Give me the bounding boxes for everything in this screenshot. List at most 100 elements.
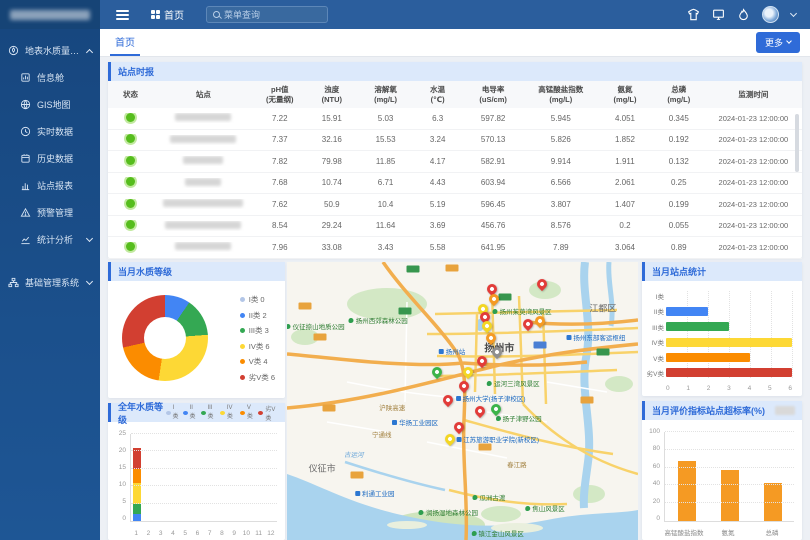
category-label: I类 [644, 291, 664, 301]
panel-title-station-report: 站点时报 [108, 62, 802, 81]
layout-screen-icon[interactable] [712, 8, 725, 21]
app-root: 首页 地表水质量监测系统 信息舱 GIS地图 [0, 0, 810, 540]
status-cell [108, 134, 153, 145]
table-row: 7.2215.915.036.3597.825.9454.0510.345202… [108, 108, 802, 130]
sidebar-root-basic-management[interactable]: 基础管理系统 [0, 269, 100, 296]
theme-shirt-icon[interactable] [687, 8, 700, 21]
legend-dot [258, 411, 263, 415]
bar-slot [192, 434, 204, 521]
menu-search-box[interactable] [206, 6, 328, 23]
gis-map[interactable]: 扬州市仪征市江都区仪征捺山地质公园扬州西郊森林公园扬州茱萸湾风景区运河三湾风景区… [287, 262, 638, 540]
gridline [729, 291, 730, 378]
status-cell [108, 113, 153, 124]
hamburger-menu-icon[interactable] [116, 8, 129, 22]
user-menu-chevron-down-icon[interactable] [790, 9, 797, 16]
legend-item[interactable]: 劣V类 [258, 404, 278, 422]
legend-dot [240, 375, 245, 380]
legend-item[interactable]: II类 2 [240, 310, 275, 321]
annual-xaxis: 123456789101112 [130, 530, 277, 537]
value-cell: 5.58 [413, 243, 462, 252]
legend-label: III类 [208, 405, 216, 420]
value-cell: 3.064 [597, 243, 653, 252]
gridline [131, 468, 277, 469]
legend-item[interactable]: I类 0 [240, 294, 275, 305]
sidebar-item-alert-management[interactable]: 预警管理 [0, 199, 100, 226]
value-cell: 4.43 [413, 178, 462, 187]
value-cell: 456.76 [462, 221, 524, 230]
bar [666, 322, 729, 331]
legend-item[interactable]: 劣V类 6 [240, 372, 275, 383]
logo-blurred-text [10, 10, 90, 20]
top-bar: 首页 [0, 0, 810, 29]
x-tick-label: 9 [228, 530, 240, 537]
time-cell: 2024-01-23 12:00:00 [705, 200, 802, 209]
legend-item[interactable]: IV类 6 [240, 341, 275, 352]
station-cell [153, 156, 254, 166]
gridline [792, 291, 793, 378]
value-cell: 7.89 [524, 243, 597, 252]
exceed-rate-panel: 当月评价指标站点超标率(%) 100806040200 高锰酸盐指数氨氮总磷 [642, 401, 802, 540]
sidebar-item-history-data[interactable]: 历史数据 [0, 145, 100, 172]
sidebar-root-surface-water-system[interactable]: 地表水质量监测系统 [0, 37, 100, 64]
hbar-chart: I类II类III类IV类V类劣V类 0123456 [642, 281, 802, 396]
sidebar-root-label: 地表水质量监测系统 [25, 44, 81, 57]
road-shield [533, 342, 546, 349]
user-avatar[interactable] [762, 6, 779, 23]
bar-slot [216, 434, 228, 521]
sidebar-item-realtime-data[interactable]: 实时数据 [0, 118, 100, 145]
blurred-station-name [185, 178, 221, 186]
exceed-title: 当月评价指标站点超标率(%) [652, 404, 765, 417]
legend-label: IV类 6 [249, 341, 270, 352]
sidebar-item-info-cockpit[interactable]: 信息舱 [0, 64, 100, 91]
x-tick-label: 3 [155, 530, 167, 537]
bar [666, 338, 792, 347]
legend-dot [183, 411, 188, 415]
legend-item[interactable]: V类 [240, 404, 255, 422]
hbar-xaxis: 0123456 [666, 385, 792, 392]
y-tick-label: 20 [110, 447, 126, 454]
station-table-header: 状态站点pH值(无量纲)浊度(NTU)溶解氧(mg/L)水温(℃)电导率(uS/… [108, 81, 802, 108]
flame-icon[interactable] [737, 8, 750, 21]
nav-home[interactable]: 首页 [151, 7, 184, 22]
category-label: 总磷 [750, 527, 794, 537]
sidebar-item-gis-map[interactable]: GIS地图 [0, 91, 100, 118]
search-input[interactable] [224, 10, 321, 20]
blurred-station-name [165, 221, 241, 229]
category-label: 氨氮 [706, 527, 750, 537]
sidebar-item-station-report[interactable]: 站点报表 [0, 172, 100, 199]
legend-item[interactable]: V类 4 [240, 356, 275, 367]
legend-item[interactable]: III类 [201, 404, 216, 422]
bar-slot [180, 434, 192, 521]
road-shield [445, 264, 458, 271]
value-cell: 3.807 [524, 200, 597, 209]
sidebar-item-statistics-analysis[interactable]: 统计分析 [0, 226, 100, 253]
legend-item[interactable]: III类 3 [240, 325, 275, 336]
value-cell: 582.91 [462, 157, 524, 166]
gridline [665, 449, 794, 450]
more-button[interactable]: 更多 [756, 32, 800, 53]
annual-quality-panel: 全年水质等级 I类II类III类IV类V类劣V类 2520151050 1234… [108, 403, 285, 540]
hbar-row: II类 [666, 306, 792, 316]
tab-home[interactable]: 首页 [110, 29, 140, 56]
chevron-down-icon [86, 277, 93, 284]
legend-item[interactable]: I类 [166, 404, 179, 422]
value-cell: 603.94 [462, 178, 524, 187]
stacked-bar [133, 434, 141, 521]
value-cell: 29.24 [306, 221, 358, 230]
sidebar-item-label: 实时数据 [37, 125, 73, 138]
legend-item[interactable]: II类 [183, 404, 197, 422]
value-cell: 4.17 [413, 157, 462, 166]
table-scrollbar[interactable] [795, 114, 799, 172]
value-cell: 11.64 [358, 221, 414, 230]
value-cell: 79.98 [306, 157, 358, 166]
calendar-icon [20, 153, 31, 164]
legend-item[interactable]: IV类 [220, 404, 236, 422]
column-header-line1: 氨氮 [597, 85, 653, 95]
value-cell: 6.71 [358, 178, 414, 187]
column-header-unit: (无量纲) [254, 95, 306, 105]
column-header: 电导率(uS/cm) [462, 85, 524, 105]
exceed-yaxis: 100806040200 [644, 428, 660, 522]
info-cockpit-icon [20, 72, 31, 83]
road-shield [398, 307, 411, 314]
value-cell: 6.3 [413, 114, 462, 123]
